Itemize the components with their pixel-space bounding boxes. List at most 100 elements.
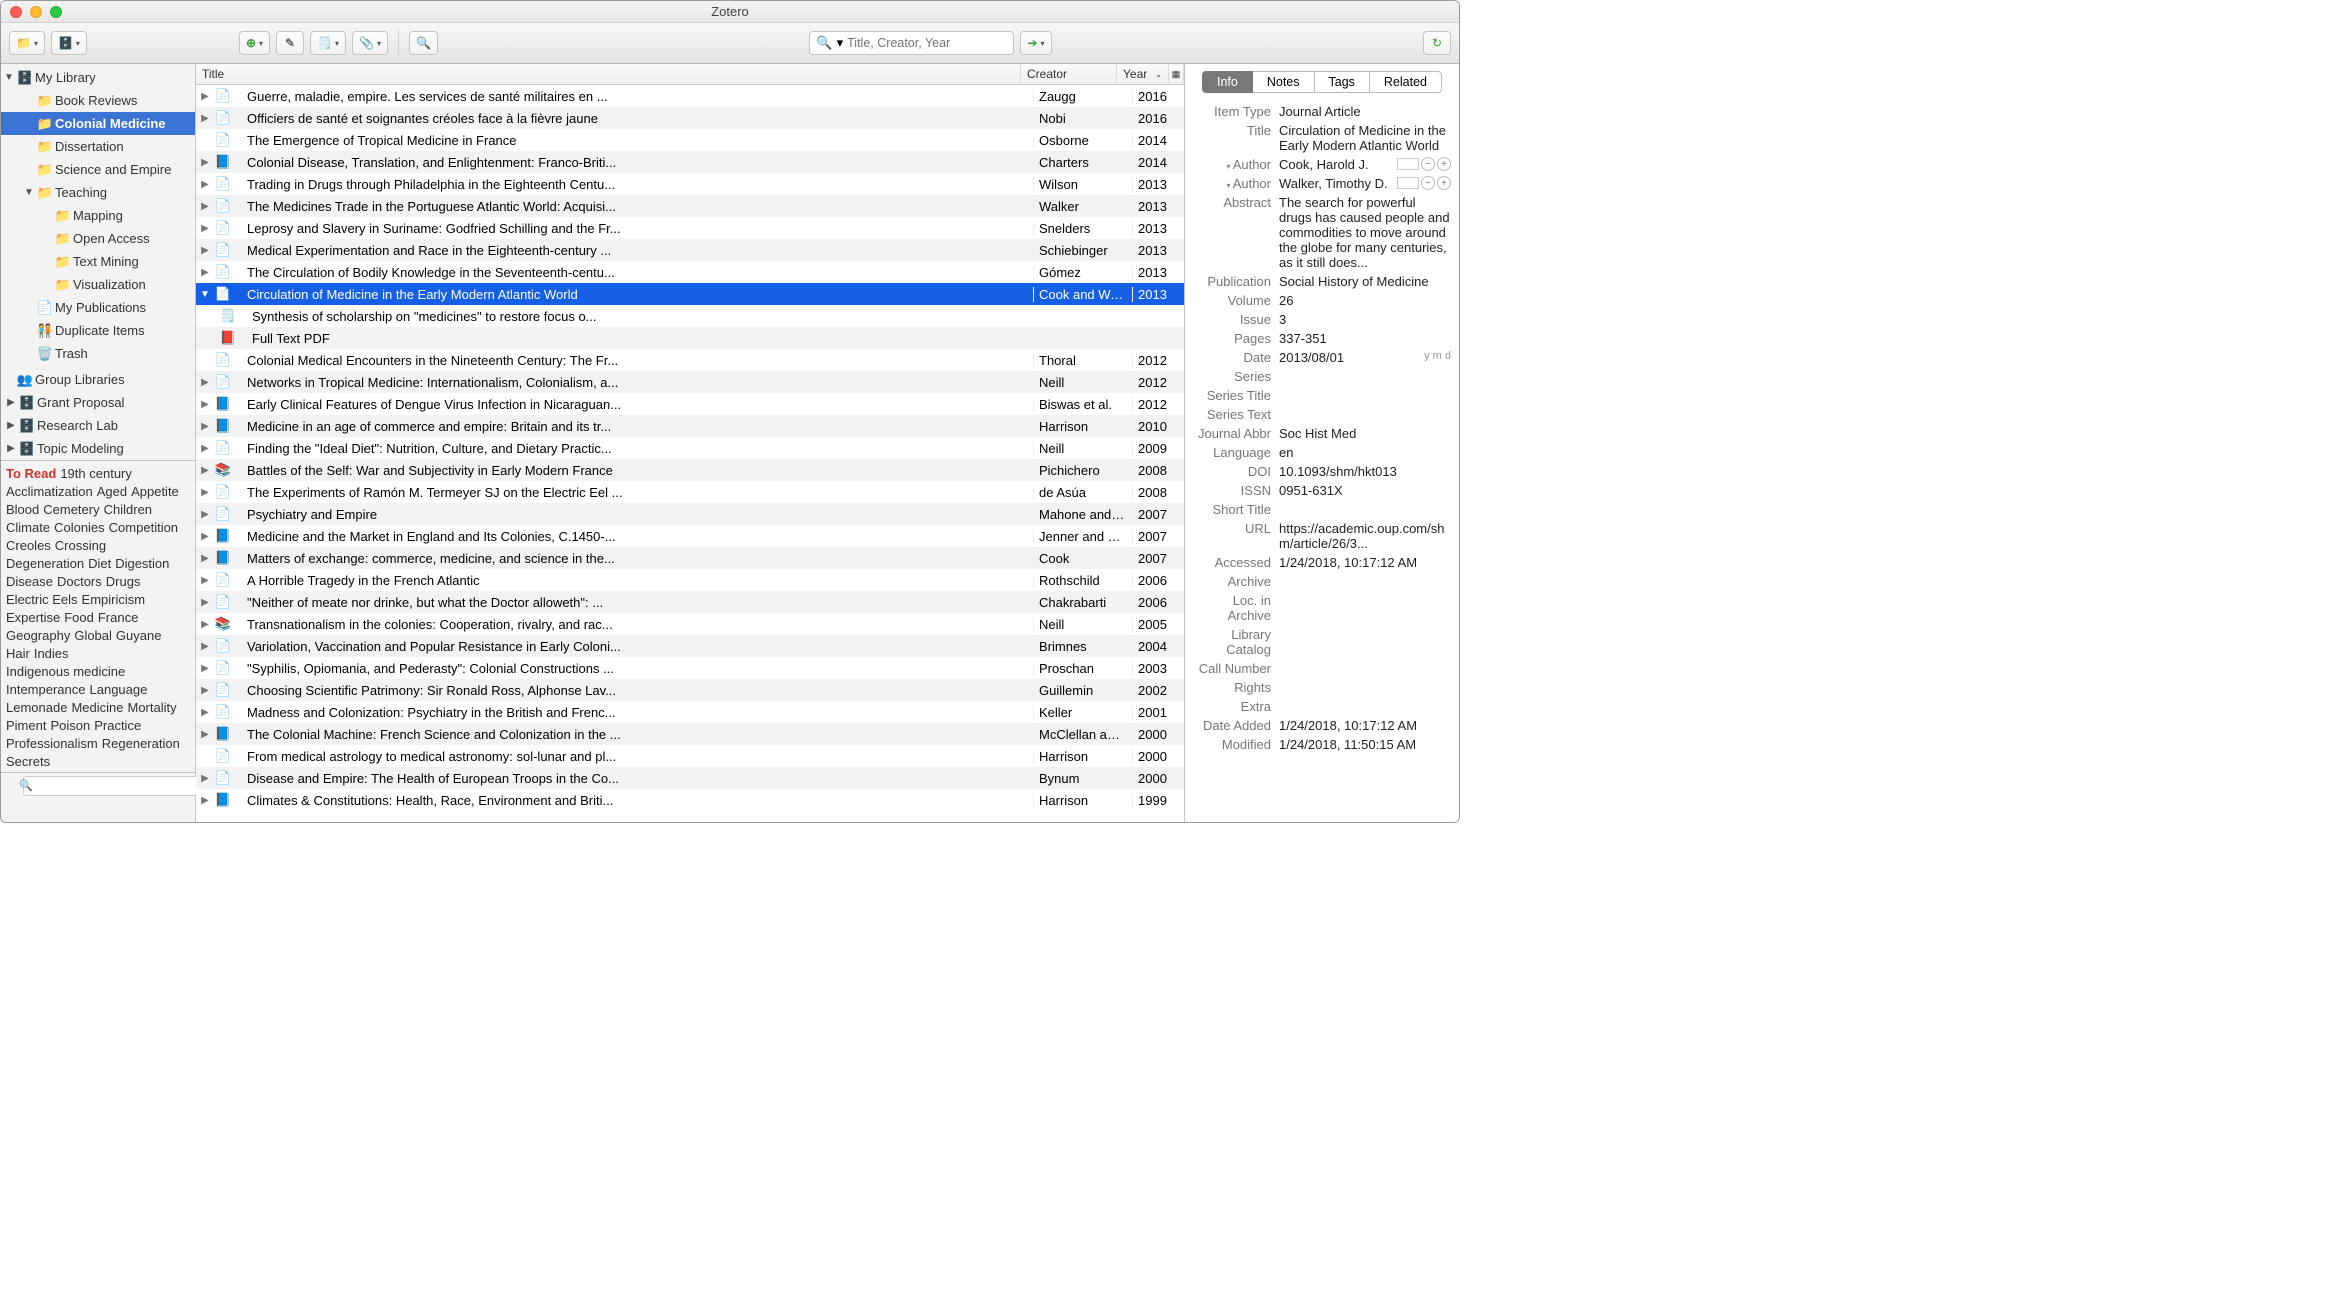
add-author-button[interactable]: +	[1437, 176, 1451, 190]
disclosure-icon[interactable]: ▶	[196, 113, 214, 124]
add-author-button[interactable]: +	[1437, 157, 1451, 171]
chevron-down-icon[interactable]: ▾	[1226, 162, 1232, 171]
disclosure-icon[interactable]: ▶	[196, 487, 214, 498]
disclosure-icon[interactable]: ▶	[196, 267, 214, 278]
tag-disease[interactable]: Disease	[6, 574, 53, 589]
disclosure-icon[interactable]: ▶	[196, 421, 214, 432]
tag-piment[interactable]: Piment	[6, 718, 46, 733]
tab-notes[interactable]: Notes	[1253, 71, 1315, 93]
field-value[interactable]: en	[1279, 445, 1451, 460]
info-author2[interactable]: ▾ AuthorWalker, Timothy D.−+	[1193, 174, 1451, 193]
item-row[interactable]: ▶📄Finding the "Ideal Diet": Nutrition, C…	[196, 437, 1184, 459]
item-row[interactable]: ▶📄Trading in Drugs through Philadelphia …	[196, 173, 1184, 195]
collection-colonial-medicine[interactable]: 📁Colonial Medicine	[1, 112, 195, 135]
tag-filter-input[interactable]	[23, 776, 200, 796]
tag-electric-eels[interactable]: Electric Eels	[6, 592, 78, 607]
search-mode-chevron-icon[interactable]: ▾	[837, 35, 844, 51]
item-row[interactable]: ▶📄Disease and Empire: The Health of Euro…	[196, 767, 1184, 789]
item-row[interactable]: 📄The Emergence of Tropical Medicine in F…	[196, 129, 1184, 151]
item-row[interactable]: ▶📄Guerre, maladie, empire. Les services …	[196, 85, 1184, 107]
creator-mode-toggle[interactable]	[1397, 158, 1419, 170]
info-modified[interactable]: Modified1/24/2018, 11:50:15 AM	[1193, 735, 1451, 754]
info-series[interactable]: Series	[1193, 367, 1451, 386]
disclosure-icon[interactable]: ▶	[196, 223, 214, 234]
tag-intemperance[interactable]: Intemperance	[6, 682, 86, 697]
tag-mortality[interactable]: Mortality	[127, 700, 176, 715]
item-row[interactable]: ▶📘The Colonial Machine: French Science a…	[196, 723, 1184, 745]
column-creator[interactable]: Creator	[1021, 64, 1117, 84]
disclosure-icon[interactable]: ▼	[196, 289, 214, 300]
field-value[interactable]: Circulation of Medicine in the Early Mod…	[1279, 123, 1451, 153]
item-row[interactable]: 📄Colonial Medical Encounters in the Nine…	[196, 349, 1184, 371]
disclosure-icon[interactable]: ▶	[196, 619, 214, 630]
disclosure-icon[interactable]: ▶	[196, 399, 214, 410]
disclosure-icon[interactable]: ▶	[196, 707, 214, 718]
info-loc_archive[interactable]: Loc. in Archive	[1193, 591, 1451, 625]
tag-practice[interactable]: Practice	[94, 718, 141, 733]
tag-drugs[interactable]: Drugs	[106, 574, 141, 589]
field-value[interactable]: 10.1093/shm/hkt013	[1279, 464, 1451, 479]
my-library[interactable]: ▼🗄️My Library	[1, 66, 195, 89]
info-call_number[interactable]: Call Number	[1193, 659, 1451, 678]
field-value[interactable]: 1/24/2018, 10:17:12 AM	[1279, 555, 1451, 570]
tab-related[interactable]: Related	[1370, 71, 1442, 93]
disclosure-icon[interactable]: ▶	[196, 201, 214, 212]
tag-empiricism[interactable]: Empiricism	[82, 592, 146, 607]
group-research-lab[interactable]: ▶🗄️Research Lab	[1, 414, 195, 437]
trash[interactable]: 🗑️Trash	[1, 342, 195, 365]
collection-science-and-empire[interactable]: 📁Science and Empire	[1, 158, 195, 181]
info-extra[interactable]: Extra	[1193, 697, 1451, 716]
tag-acclimatization[interactable]: Acclimatization	[6, 484, 93, 499]
item-row[interactable]: ▶📄Medical Experimentation and Race in th…	[196, 239, 1184, 261]
info-rights[interactable]: Rights	[1193, 678, 1451, 697]
field-value[interactable]: 337-351	[1279, 331, 1451, 346]
disclosure-icon[interactable]: ▶	[196, 443, 214, 454]
new-collection-button[interactable]: 📁▾	[9, 31, 45, 55]
tab-info[interactable]: Info	[1202, 71, 1253, 93]
info-abstract[interactable]: AbstractThe search for powerful drugs ha…	[1193, 193, 1451, 272]
new-item-button[interactable]: ⊕▾	[239, 31, 270, 55]
field-value[interactable]: Walker, Timothy D.	[1279, 176, 1397, 191]
collection-open-access[interactable]: 📁Open Access	[1, 227, 195, 250]
field-value[interactable]: Social History of Medicine	[1279, 274, 1451, 289]
tag-competition[interactable]: Competition	[109, 520, 178, 535]
info-series_title[interactable]: Series Title	[1193, 386, 1451, 405]
column-year[interactable]: Year⌄	[1117, 64, 1169, 84]
field-value[interactable]: Soc Hist Med	[1279, 426, 1451, 441]
tag-degeneration[interactable]: Degeneration	[6, 556, 84, 571]
item-row[interactable]: ▶📄The Circulation of Bodily Knowledge in…	[196, 261, 1184, 283]
disclosure-icon[interactable]: ▶	[196, 553, 214, 564]
field-value[interactable]: 3	[1279, 312, 1451, 327]
disclosure-icon[interactable]: ▶	[196, 531, 214, 542]
info-issue[interactable]: Issue3	[1193, 310, 1451, 329]
disclosure-icon[interactable]: ▶	[196, 377, 214, 388]
collection-visualization[interactable]: 📁Visualization	[1, 273, 195, 296]
collection-book-reviews[interactable]: 📁Book Reviews	[1, 89, 195, 112]
tag-hair[interactable]: Hair	[6, 646, 30, 661]
advanced-search-button[interactable]: 🔍	[409, 31, 438, 55]
tag-medicine[interactable]: Medicine	[71, 700, 123, 715]
collection-text-mining[interactable]: 📁Text Mining	[1, 250, 195, 273]
chevron-right-icon[interactable]: ▶	[5, 397, 17, 408]
collection-mapping[interactable]: 📁Mapping	[1, 204, 195, 227]
creator-mode-toggle[interactable]	[1397, 177, 1419, 189]
tag-19th-century[interactable]: 19th century	[60, 466, 132, 481]
item-row[interactable]: ▶📄A Horrible Tragedy in the French Atlan…	[196, 569, 1184, 591]
item-row[interactable]: ▶📄"Syphilis, Opiomania, and Pederasty": …	[196, 657, 1184, 679]
duplicate-items[interactable]: 🧑‍🤝‍🧑Duplicate Items	[1, 319, 195, 342]
search-field[interactable]: 🔍▾	[809, 31, 1014, 55]
disclosure-icon[interactable]: ▶	[196, 795, 214, 806]
my-publications[interactable]: 📄My Publications	[1, 296, 195, 319]
chevron-icon[interactable]: ▼	[23, 187, 35, 198]
tag-food[interactable]: Food	[64, 610, 94, 625]
tag-diet[interactable]: Diet	[88, 556, 111, 571]
item-row[interactable]: ▶📄Networks in Tropical Medicine: Interna…	[196, 371, 1184, 393]
tag-indigenous-medicine[interactable]: Indigenous medicine	[6, 664, 125, 679]
chevron-down-icon[interactable]: ▼	[3, 72, 15, 83]
item-row[interactable]: ▶📚Battles of the Self: War and Subjectiv…	[196, 459, 1184, 481]
info-doi[interactable]: DOI10.1093/shm/hkt013	[1193, 462, 1451, 481]
tag-cemetery[interactable]: Cemetery	[43, 502, 99, 517]
info-issn[interactable]: ISSN0951-631X	[1193, 481, 1451, 500]
tag-children[interactable]: Children	[104, 502, 152, 517]
info-date[interactable]: Date2013/08/01y m d	[1193, 348, 1451, 367]
